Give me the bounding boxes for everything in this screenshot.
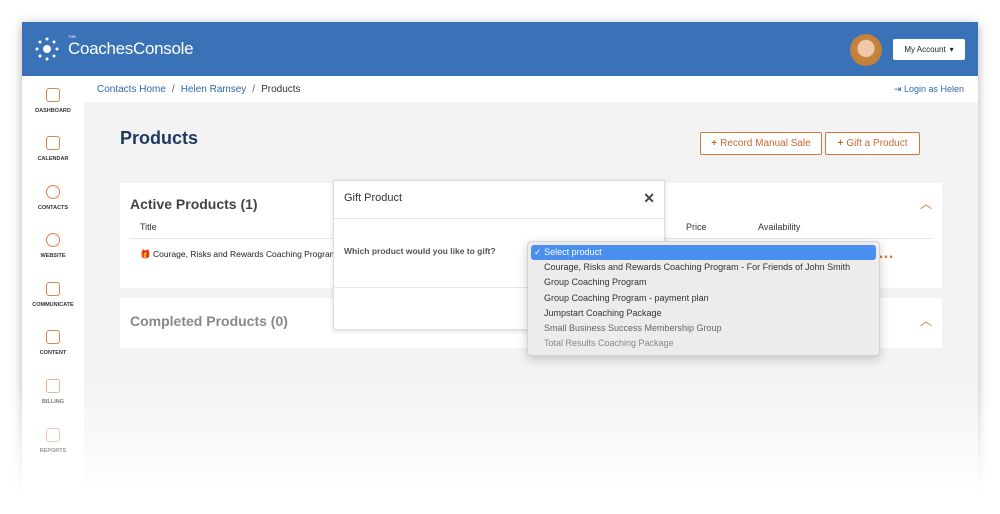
sidebar-label: CONTENT xyxy=(39,350,67,356)
page-title: Products xyxy=(120,128,199,148)
brand-name: CoachesConsole xyxy=(68,39,194,58)
my-account-button[interactable]: My Account ▾ xyxy=(893,39,965,60)
dropdown-option-selected[interactable]: ✓ Select product xyxy=(531,245,876,261)
record-sale-label: Record Manual Sale xyxy=(720,138,811,149)
column-price: Price xyxy=(686,222,707,232)
logo[interactable]: THE CoachesConsole xyxy=(34,34,194,62)
active-products-heading: Active Products (1) xyxy=(130,196,258,212)
product-select-dropdown[interactable]: ✓ Select product Courage, Risks and Rewa… xyxy=(527,241,880,356)
gift-icon: 🎁 xyxy=(140,249,151,259)
sidebar-item-dashboard[interactable]: DASHBOARD xyxy=(22,88,84,114)
check-icon: ✓ xyxy=(534,247,542,257)
sidebar-item-website[interactable]: WEBSITE xyxy=(22,233,84,259)
breadcrumb-current: Products xyxy=(261,83,301,95)
plus-icon: + xyxy=(711,138,718,149)
sidebar: DASHBOARD CALENDAR CONTACTS WEBSITE COMM… xyxy=(22,76,84,502)
dropdown-option[interactable]: Courage, Risks and Rewards Coaching Prog… xyxy=(531,260,876,275)
sidebar-label: WEBSITE xyxy=(40,253,66,259)
column-availability: Availability xyxy=(758,222,801,232)
sidebar-item-contacts[interactable]: CONTACTS xyxy=(22,185,84,211)
table-row[interactable]: 🎁 Courage, Risks and Rewards Coaching Pr… xyxy=(140,249,337,260)
cart-icon xyxy=(46,379,60,393)
app-window: THE CoachesConsole My Account ▾ DASHBOARD … xyxy=(22,22,978,502)
top-header: THE CoachesConsole My Account ▾ xyxy=(22,22,978,76)
sidebar-item-communicate[interactable]: COMMUNICATE xyxy=(22,282,84,308)
sidebar-label: CONTACTS xyxy=(37,205,69,211)
record-manual-sale-button[interactable]: + Record Manual Sale xyxy=(700,132,822,155)
collapse-chevron-icon[interactable]: ︿ xyxy=(920,195,932,212)
send-icon xyxy=(46,282,60,296)
calendar-icon xyxy=(46,136,60,150)
sidebar-item-content[interactable]: CONTENT xyxy=(22,330,84,356)
chart-icon xyxy=(46,428,60,442)
column-title: Title xyxy=(140,222,157,232)
home-icon xyxy=(46,88,60,102)
sunburst-logo-icon xyxy=(35,37,59,61)
login-as-link[interactable]: ⇥ Login as Helen xyxy=(894,84,964,95)
sidebar-label: BILLING xyxy=(42,399,64,405)
modal-title: Gift Product xyxy=(344,192,403,204)
login-as-label: Login as Helen xyxy=(903,84,964,94)
caret-down-icon: ▾ xyxy=(949,45,954,54)
sidebar-label: COMMUNICATE xyxy=(32,302,74,308)
dropdown-option[interactable]: Group Coaching Program - payment plan xyxy=(531,291,876,306)
more-options-icon[interactable]: … xyxy=(878,245,894,263)
completed-products-heading: Completed Products (0) xyxy=(130,313,288,329)
sidebar-item-billing[interactable]: BILLING xyxy=(22,379,84,405)
option-label: Select product xyxy=(544,247,602,257)
sidebar-label: CALENDAR xyxy=(37,156,69,162)
my-account-label: My Account xyxy=(904,45,946,54)
breadcrumb-contacts-home[interactable]: Contacts Home xyxy=(97,84,166,95)
sidebar-label: REPORTS xyxy=(39,448,67,454)
close-icon[interactable]: ✕ xyxy=(643,190,655,207)
plus-icon: + xyxy=(837,138,844,149)
login-icon: ⇥ xyxy=(893,84,902,94)
contacts-icon xyxy=(46,185,60,199)
avatar[interactable] xyxy=(850,34,882,66)
compass-icon xyxy=(46,233,60,247)
breadcrumb-contact[interactable]: Helen Ramsey xyxy=(181,84,247,95)
breadcrumb: Contacts Home / Helen Ramsey / Products xyxy=(84,76,978,102)
dropdown-option[interactable]: Total Results Coaching Package xyxy=(531,336,876,351)
dropdown-option[interactable]: Small Business Success Membership Group xyxy=(531,321,876,336)
brand-small: THE xyxy=(68,34,76,39)
dropdown-option[interactable]: Jumpstart Coaching Package xyxy=(531,306,876,321)
gift-product-label: Gift a Product xyxy=(846,138,908,149)
collapse-chevron-icon[interactable]: ︿ xyxy=(920,312,932,329)
dropdown-option[interactable]: Group Coaching Program xyxy=(531,275,876,290)
gift-product-button[interactable]: + Gift a Product xyxy=(825,132,920,155)
sidebar-item-reports[interactable]: REPORTS xyxy=(22,428,84,454)
product-title: Courage, Risks and Rewards Coaching Prog… xyxy=(152,249,337,259)
modal-question: Which product would you like to gift? xyxy=(344,246,496,256)
sidebar-label: DASHBOARD xyxy=(35,108,71,114)
sidebar-item-calendar[interactable]: CALENDAR xyxy=(22,136,84,162)
document-icon xyxy=(46,330,60,344)
